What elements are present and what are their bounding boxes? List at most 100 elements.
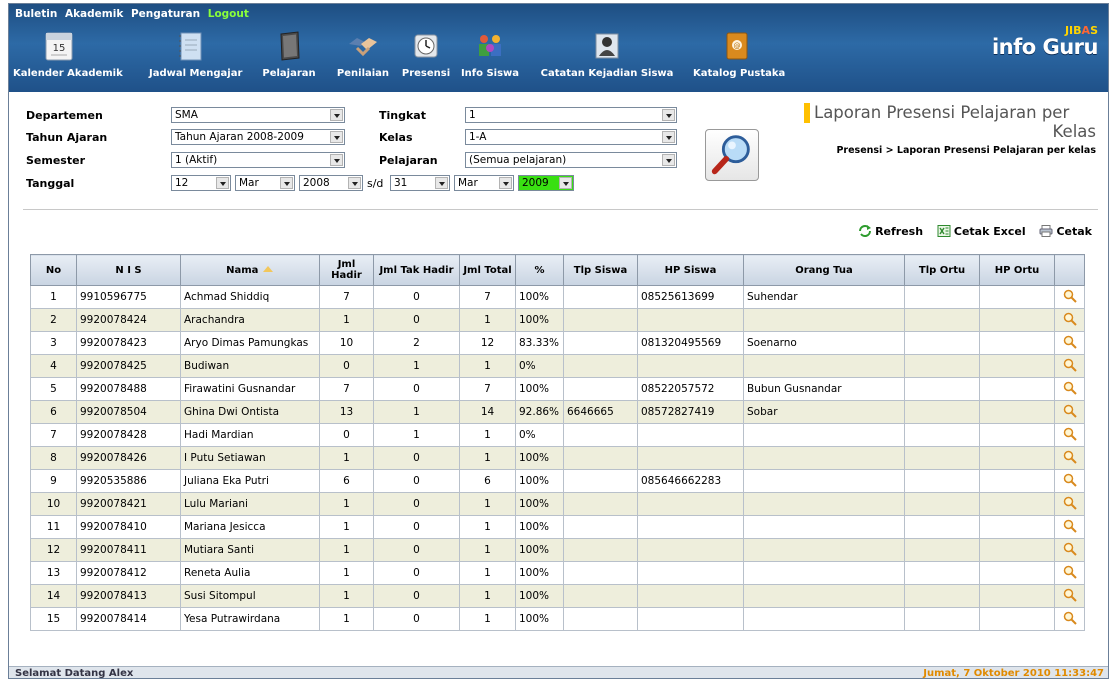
row-detail-button[interactable]: [1054, 308, 1085, 332]
pelajaran-select[interactable]: (Semua pelajaran): [465, 152, 677, 168]
row-detail-button[interactable]: [1054, 492, 1085, 516]
table-cell: 0%: [515, 354, 564, 378]
table-cell: 6: [459, 469, 516, 493]
menu-pengaturan[interactable]: Pengaturan: [131, 8, 200, 20]
col-hp-ortu[interactable]: HP Ortu: [979, 254, 1055, 286]
header-bar: Buletin Akademik Pengaturan Logout 15 Ka…: [9, 4, 1108, 92]
nav-label: Presensi: [401, 68, 451, 79]
show-report-button[interactable]: [705, 129, 759, 181]
printer-icon: [1039, 225, 1053, 237]
tahun-ajaran-select[interactable]: Tahun Ajaran 2008-2009: [171, 129, 345, 145]
nav-penilaian[interactable]: Penilaian: [335, 26, 391, 86]
col-no[interactable]: No: [30, 254, 77, 286]
row-detail-button[interactable]: [1054, 354, 1085, 378]
col-orang-tua[interactable]: Orang Tua: [743, 254, 905, 286]
table-cell: [563, 331, 638, 355]
table-cell: 1: [459, 308, 516, 332]
page-title: Laporan Presensi Pelajaran per: [804, 103, 1096, 123]
table-cell: [637, 584, 744, 608]
cetak-excel-button[interactable]: Cetak Excel: [937, 225, 1030, 238]
table-cell: 7: [459, 377, 516, 401]
handshake-icon: [349, 38, 377, 57]
table-cell: 9920078421: [76, 492, 181, 516]
to-year-select[interactable]: 2009: [518, 175, 574, 191]
table-cell: 9920078424: [76, 308, 181, 332]
table-cell: Sobar: [743, 400, 905, 424]
menu-buletin[interactable]: Buletin: [15, 8, 57, 20]
table-row: 14 9920078413 Susi Sitompul 1 0 1 100%: [30, 584, 1085, 608]
row-detail-button[interactable]: [1054, 400, 1085, 424]
row-detail-button[interactable]: [1054, 584, 1085, 608]
kelas-select[interactable]: 1-A: [465, 129, 677, 145]
table-cell: 1: [459, 515, 516, 539]
table-row: 2 9920078424 Arachandra 1 0 1 100%: [30, 308, 1085, 332]
col-hp-siswa[interactable]: HP Siswa: [637, 254, 744, 286]
book-icon: [280, 31, 300, 61]
table-cell: 4: [30, 354, 77, 378]
nav-info-siswa[interactable]: Info Siswa: [459, 26, 521, 86]
row-detail-button[interactable]: [1054, 285, 1085, 309]
row-detail-button[interactable]: [1054, 515, 1085, 539]
departemen-select[interactable]: SMA: [171, 107, 345, 123]
to-day-select[interactable]: 31: [390, 175, 450, 191]
col-persen[interactable]: %: [515, 254, 564, 286]
nav-jadwal-mengajar[interactable]: Jadwal Mengajar: [149, 26, 242, 86]
col-jml-total[interactable]: Jml Total: [459, 254, 516, 286]
nav-catatan-kejadian-siswa[interactable]: Catatan Kejadian Siswa: [537, 26, 677, 86]
row-detail-button[interactable]: [1054, 469, 1085, 493]
table-cell: 10: [319, 331, 374, 355]
table-cell: [904, 538, 980, 562]
table-cell: 100%: [515, 377, 564, 401]
col-tlp-siswa[interactable]: Tlp Siswa: [563, 254, 638, 286]
col-jml-hadir[interactable]: Jml Hadir: [319, 254, 374, 286]
magnifier-icon: [1063, 427, 1077, 441]
table-cell: [563, 561, 638, 585]
table-cell: [563, 515, 638, 539]
nav-pelajaran[interactable]: Pelajaran: [259, 26, 319, 86]
table-cell: [563, 492, 638, 516]
from-month-select[interactable]: Mar: [235, 175, 295, 191]
date-range-separator: s/d: [367, 177, 384, 190]
table-cell: Arachandra: [180, 308, 320, 332]
menu-akademik[interactable]: Akademik: [65, 8, 123, 20]
from-year-select[interactable]: 2008: [299, 175, 363, 191]
magnifier-icon: [1063, 542, 1077, 556]
table-cell: [743, 538, 905, 562]
table-cell: 1: [319, 492, 374, 516]
col-nama[interactable]: Nama: [180, 254, 320, 286]
nav-label: Info Siswa: [460, 68, 520, 79]
table-cell: 12: [459, 331, 516, 355]
row-detail-button[interactable]: [1054, 538, 1085, 562]
table-cell: Yesa Putrawirdana: [180, 607, 320, 631]
table-cell: [563, 285, 638, 309]
table-cell: 2: [373, 331, 460, 355]
row-detail-button[interactable]: [1054, 377, 1085, 401]
nav-katalog-pustaka[interactable]: @ Katalog Pustaka: [693, 26, 786, 86]
table-cell: [743, 607, 905, 631]
table-cell: 085646662283: [637, 469, 744, 493]
logout-link[interactable]: Logout: [208, 8, 249, 20]
table-cell: 100%: [515, 538, 564, 562]
tingkat-select[interactable]: 1: [465, 107, 677, 123]
table-row: 6 9920078504 Ghina Dwi Ontista 13 1 14 92.86% 6…: [30, 400, 1085, 424]
table-cell: 11: [30, 515, 77, 539]
col-jml-tak-hadir[interactable]: Jml Tak Hadir: [373, 254, 460, 286]
row-detail-button[interactable]: [1054, 561, 1085, 585]
to-month-select[interactable]: Mar: [454, 175, 514, 191]
nav-label: Katalog Pustaka: [693, 68, 786, 79]
col-tlp-ortu[interactable]: Tlp Ortu: [904, 254, 980, 286]
from-day-select[interactable]: 12: [171, 175, 231, 191]
refresh-button[interactable]: Refresh: [858, 225, 927, 238]
nav-kalender-akademik[interactable]: 15 Kalender Akademik: [13, 26, 123, 86]
semester-select[interactable]: 1 (Aktif): [171, 152, 345, 168]
nav-presensi[interactable]: Presensi: [399, 26, 453, 86]
row-detail-button[interactable]: [1054, 446, 1085, 470]
sort-ascending-icon: [262, 265, 273, 272]
refresh-icon: [859, 225, 872, 237]
row-detail-button[interactable]: [1054, 423, 1085, 447]
magnifier-icon: [1063, 289, 1077, 303]
cetak-button[interactable]: Cetak: [1039, 225, 1092, 238]
col-nis[interactable]: N I S: [76, 254, 181, 286]
row-detail-button[interactable]: [1054, 331, 1085, 355]
row-detail-button[interactable]: [1054, 607, 1085, 631]
